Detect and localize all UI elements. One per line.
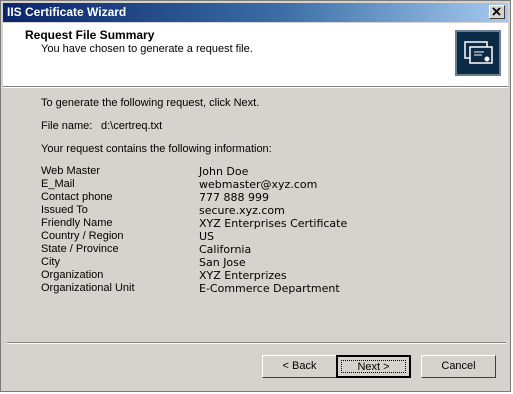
back-button-label: < Back [282,360,317,372]
next-button-label: Next > [357,361,390,373]
next-button[interactable]: Next > [336,355,411,378]
info-row: Friendly Name XYZ Enterprises Certificat… [41,217,401,230]
info-label: Organization [41,269,104,281]
info-value: XYZ Enterprizes [199,269,287,282]
footer-divider [7,342,506,344]
info-row: Issued To secure.xyz.com [41,204,401,217]
info-label: Friendly Name [41,217,113,229]
close-icon [492,7,501,16]
page-subtitle: You have chosen to generate a request fi… [41,43,253,55]
info-row: Organization XYZ Enterprizes [41,269,401,282]
info-label: Issued To [41,204,88,216]
close-button[interactable] [489,5,505,19]
info-row: Contact phone 777 888 999 [41,191,401,204]
info-row: City San Jose [41,256,401,269]
file-name-label: File name: [41,120,93,132]
info-label: Organizational Unit [41,282,135,294]
info-value: San Jose [199,256,246,269]
info-value: E-Commerce Department [199,282,340,295]
instruction-text: To generate the following request, click… [41,97,260,109]
info-value: California [199,243,252,256]
info-label: City [41,256,60,268]
wizard-window: IIS Certificate Wizard Request File Summ… [0,0,511,392]
info-row: Web Master John Doe [41,165,401,178]
info-value: webmaster@xyz.com [199,178,318,191]
info-value: John Doe [199,165,249,178]
info-label: E_Mail [41,178,75,190]
header-divider [3,87,508,88]
info-label: Web Master [41,165,101,177]
info-row: E_Mail webmaster@xyz.com [41,178,401,191]
certificate-icon [455,30,501,76]
info-label: Contact phone [41,191,113,203]
cancel-button-label: Cancel [441,360,476,372]
info-row: Country / Region US [41,230,401,243]
info-value: 777 888 999 [199,191,269,204]
back-button[interactable]: < Back [262,355,337,378]
title-bar[interactable]: IIS Certificate Wizard [3,3,508,22]
contains-text: Your request contains the following info… [41,143,272,155]
info-label: Country / Region [41,230,124,242]
info-row: Organizational Unit E-Commerce Departmen… [41,282,401,295]
wizard-header: Request File Summary You have chosen to … [3,23,508,87]
window-title: IIS Certificate Wizard [7,5,127,19]
info-value: US [199,230,215,243]
file-name-value: d:\certreq.txt [101,120,163,132]
cancel-button[interactable]: Cancel [421,355,496,378]
info-row: State / Province California [41,243,401,256]
info-value: XYZ Enterprises Certificate [199,217,348,230]
info-value: secure.xyz.com [199,204,285,217]
page-title: Request File Summary [25,28,155,42]
info-label: State / Province [41,243,119,255]
